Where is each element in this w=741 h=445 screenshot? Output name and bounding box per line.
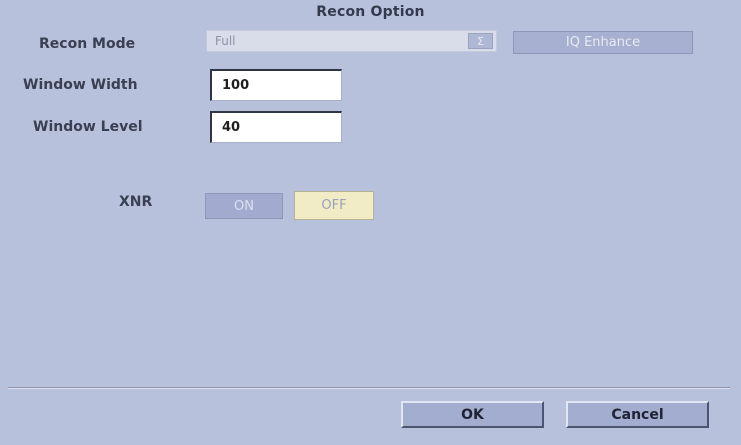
recon-mode-label: Recon Mode [39, 36, 136, 52]
dialog-title: Recon Option [316, 4, 425, 20]
dropdown-arrow-icon[interactable]: Σ [468, 33, 493, 49]
window-width-input[interactable]: 100 [210, 69, 342, 101]
window-width-label: Window Width [23, 77, 138, 93]
xnr-on-button[interactable]: ON [205, 193, 283, 219]
window-level-label: Window Level [33, 119, 143, 135]
recon-mode-select[interactable]: Full Σ [206, 30, 497, 52]
cancel-button[interactable]: Cancel [566, 401, 709, 428]
xnr-off-button[interactable]: OFF [294, 191, 374, 220]
window-level-input[interactable]: 40 [210, 111, 342, 143]
footer-divider [8, 387, 730, 389]
iq-enhance-button[interactable]: IQ Enhance [513, 31, 693, 54]
window-level-value: 40 [222, 120, 241, 135]
window-width-value: 100 [222, 78, 250, 93]
recon-option-dialog: Recon Option Recon Mode Full Σ IQ Enhanc… [0, 0, 741, 445]
ok-button[interactable]: OK [401, 401, 544, 428]
xnr-label: XNR [119, 194, 153, 210]
recon-mode-value: Full [215, 34, 236, 48]
